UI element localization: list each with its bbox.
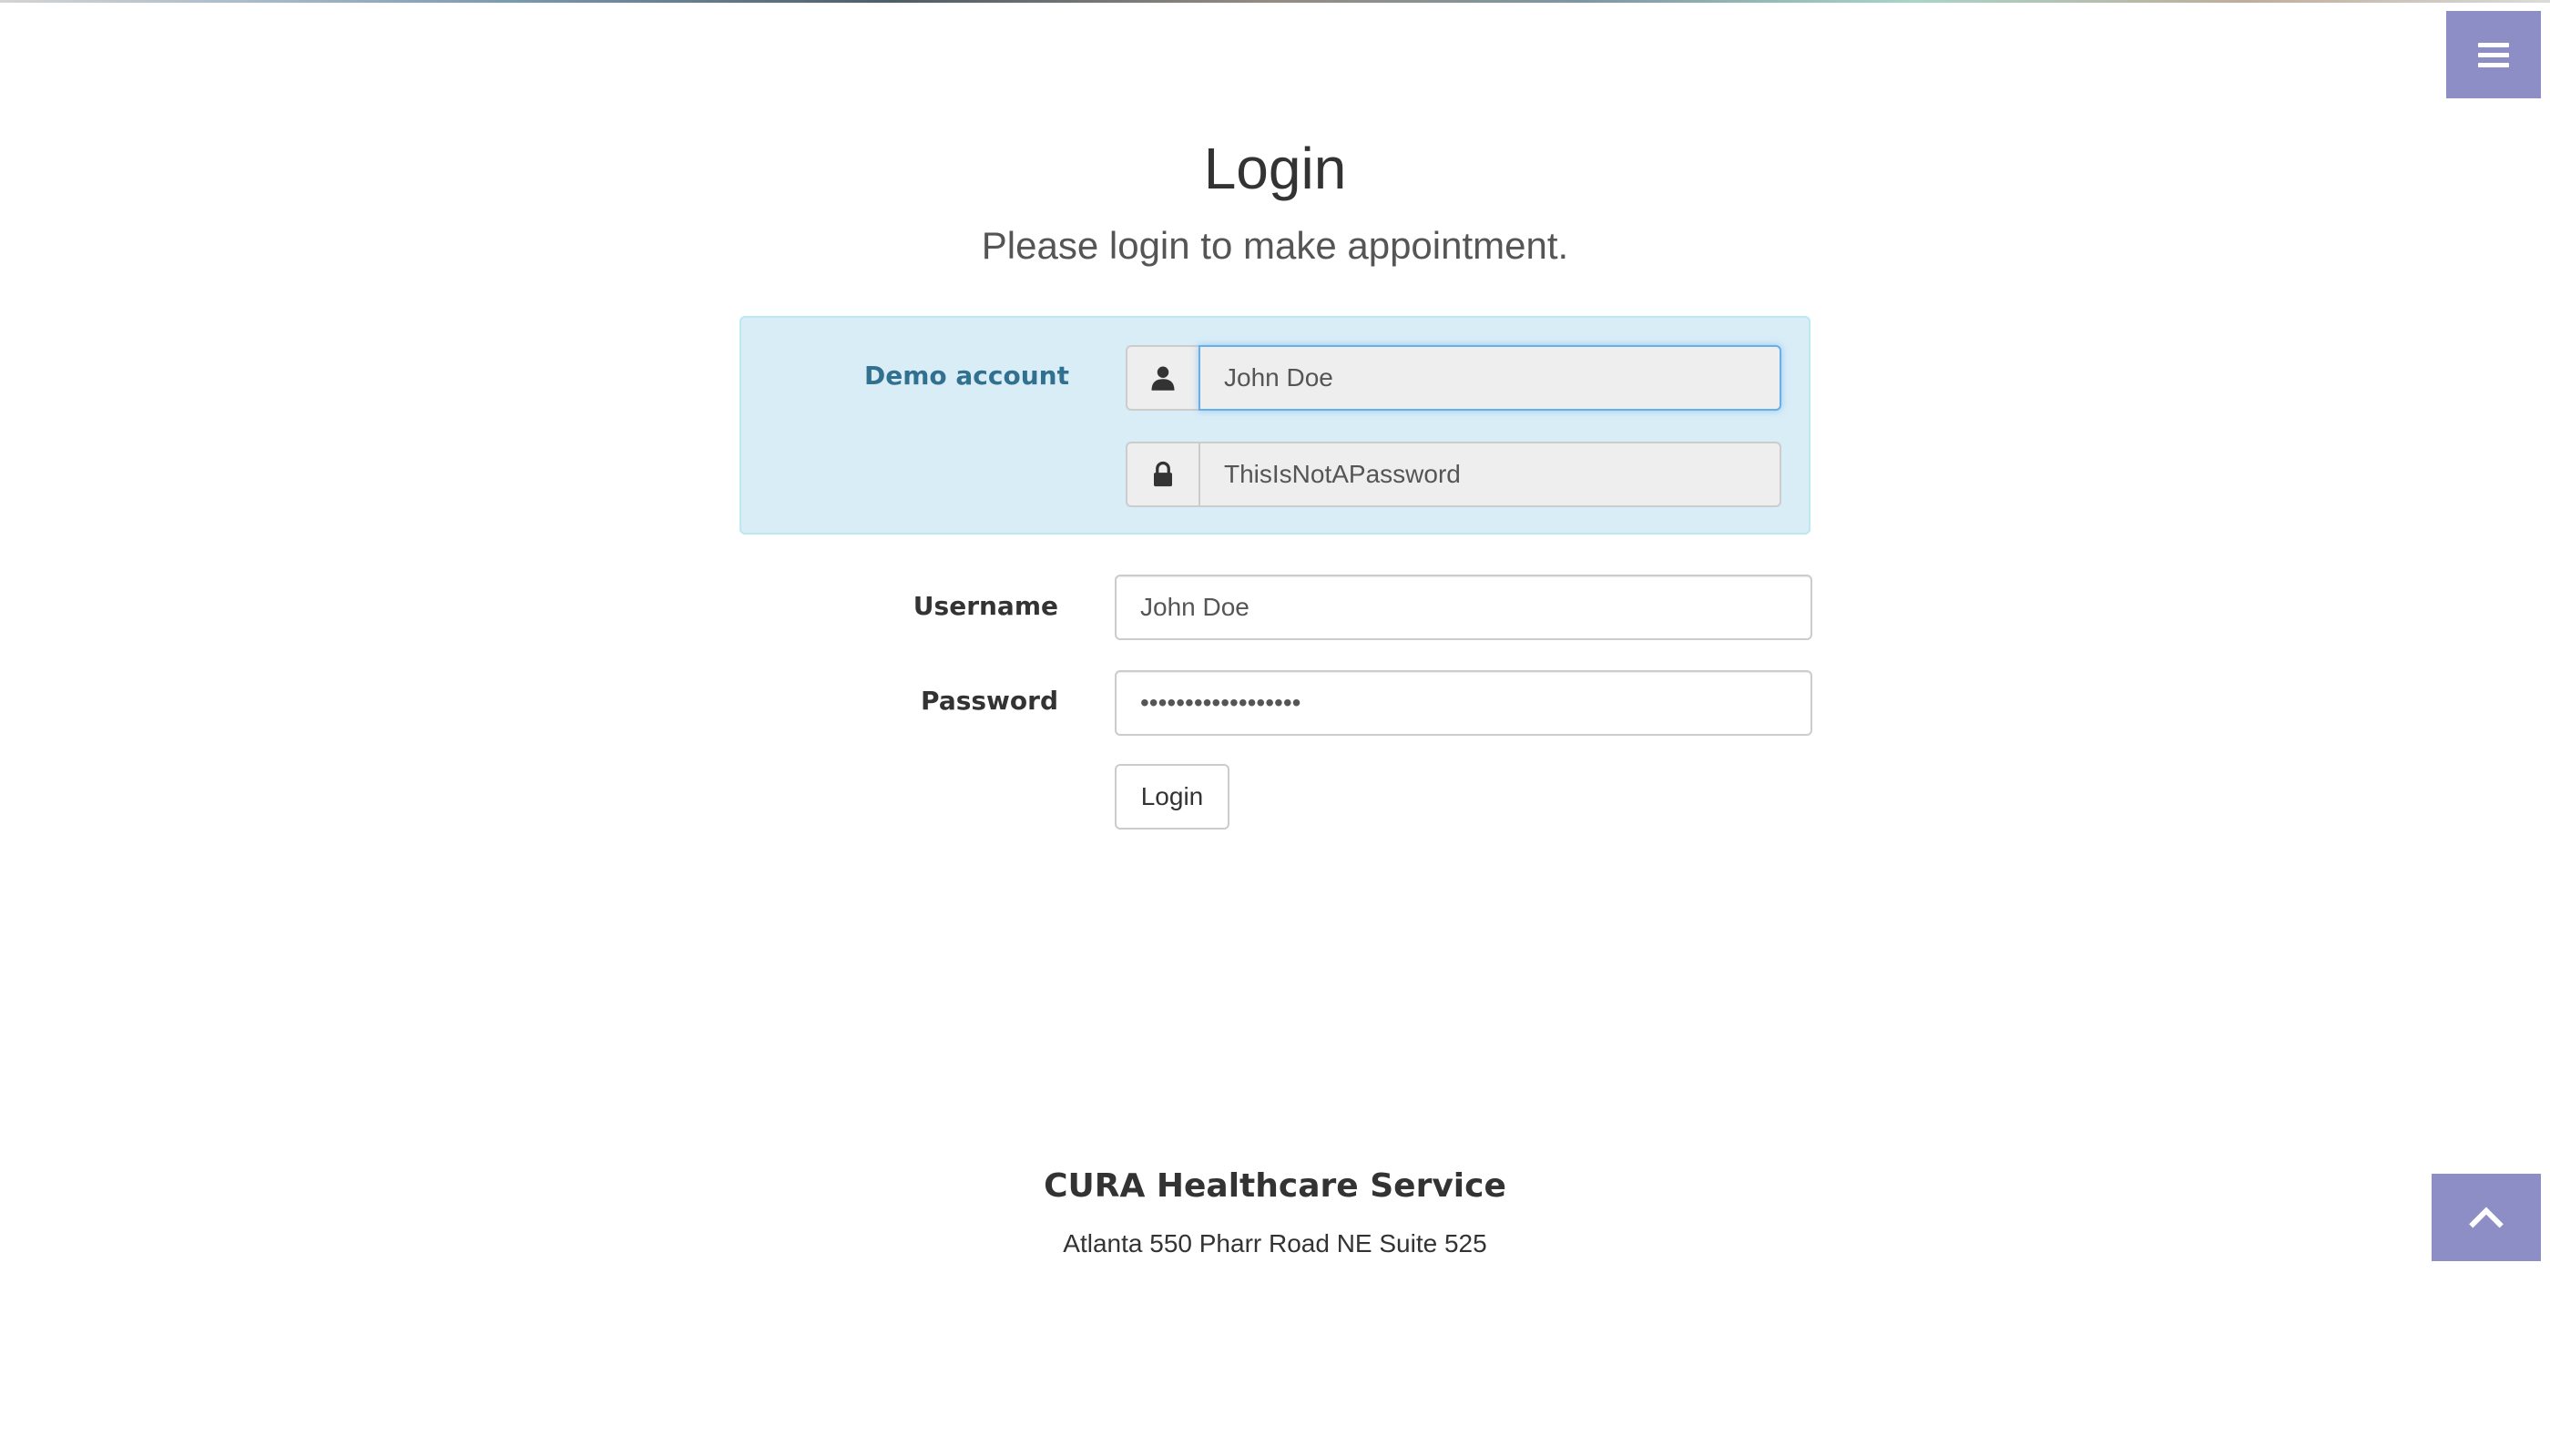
footer-title: CURA Healthcare Service <box>1044 1167 1506 1205</box>
page-subtitle: Please login to make appointment. <box>981 224 1569 267</box>
footer-address: Atlanta 550 Pharr Road NE Suite 525 <box>1063 1229 1487 1257</box>
scroll-to-top-button[interactable] <box>2432 1174 2541 1261</box>
user-icon <box>1126 345 1198 411</box>
page: Login Please login to make appointment. … <box>0 0 2550 1456</box>
demo-username-group <box>1126 345 1781 411</box>
page-title: Login <box>1203 136 1347 201</box>
hamburger-menu-icon <box>2478 37 2509 73</box>
username-input[interactable] <box>1115 575 1812 640</box>
chevron-up-icon <box>2469 1207 2504 1228</box>
demo-password-field[interactable] <box>1198 442 1781 507</box>
password-input[interactable] <box>1115 670 1812 736</box>
lock-icon <box>1126 442 1198 507</box>
demo-account-label: Demo account <box>864 361 1069 391</box>
demo-account-panel: Demo account <box>740 316 1810 535</box>
login-button[interactable]: Login <box>1115 764 1229 830</box>
demo-username-field[interactable] <box>1198 345 1781 411</box>
demo-password-group <box>1126 442 1781 507</box>
username-label: Username <box>913 591 1058 621</box>
menu-toggle-button[interactable] <box>2446 11 2541 98</box>
top-decorative-strip <box>0 0 2550 3</box>
password-label: Password <box>921 686 1058 716</box>
